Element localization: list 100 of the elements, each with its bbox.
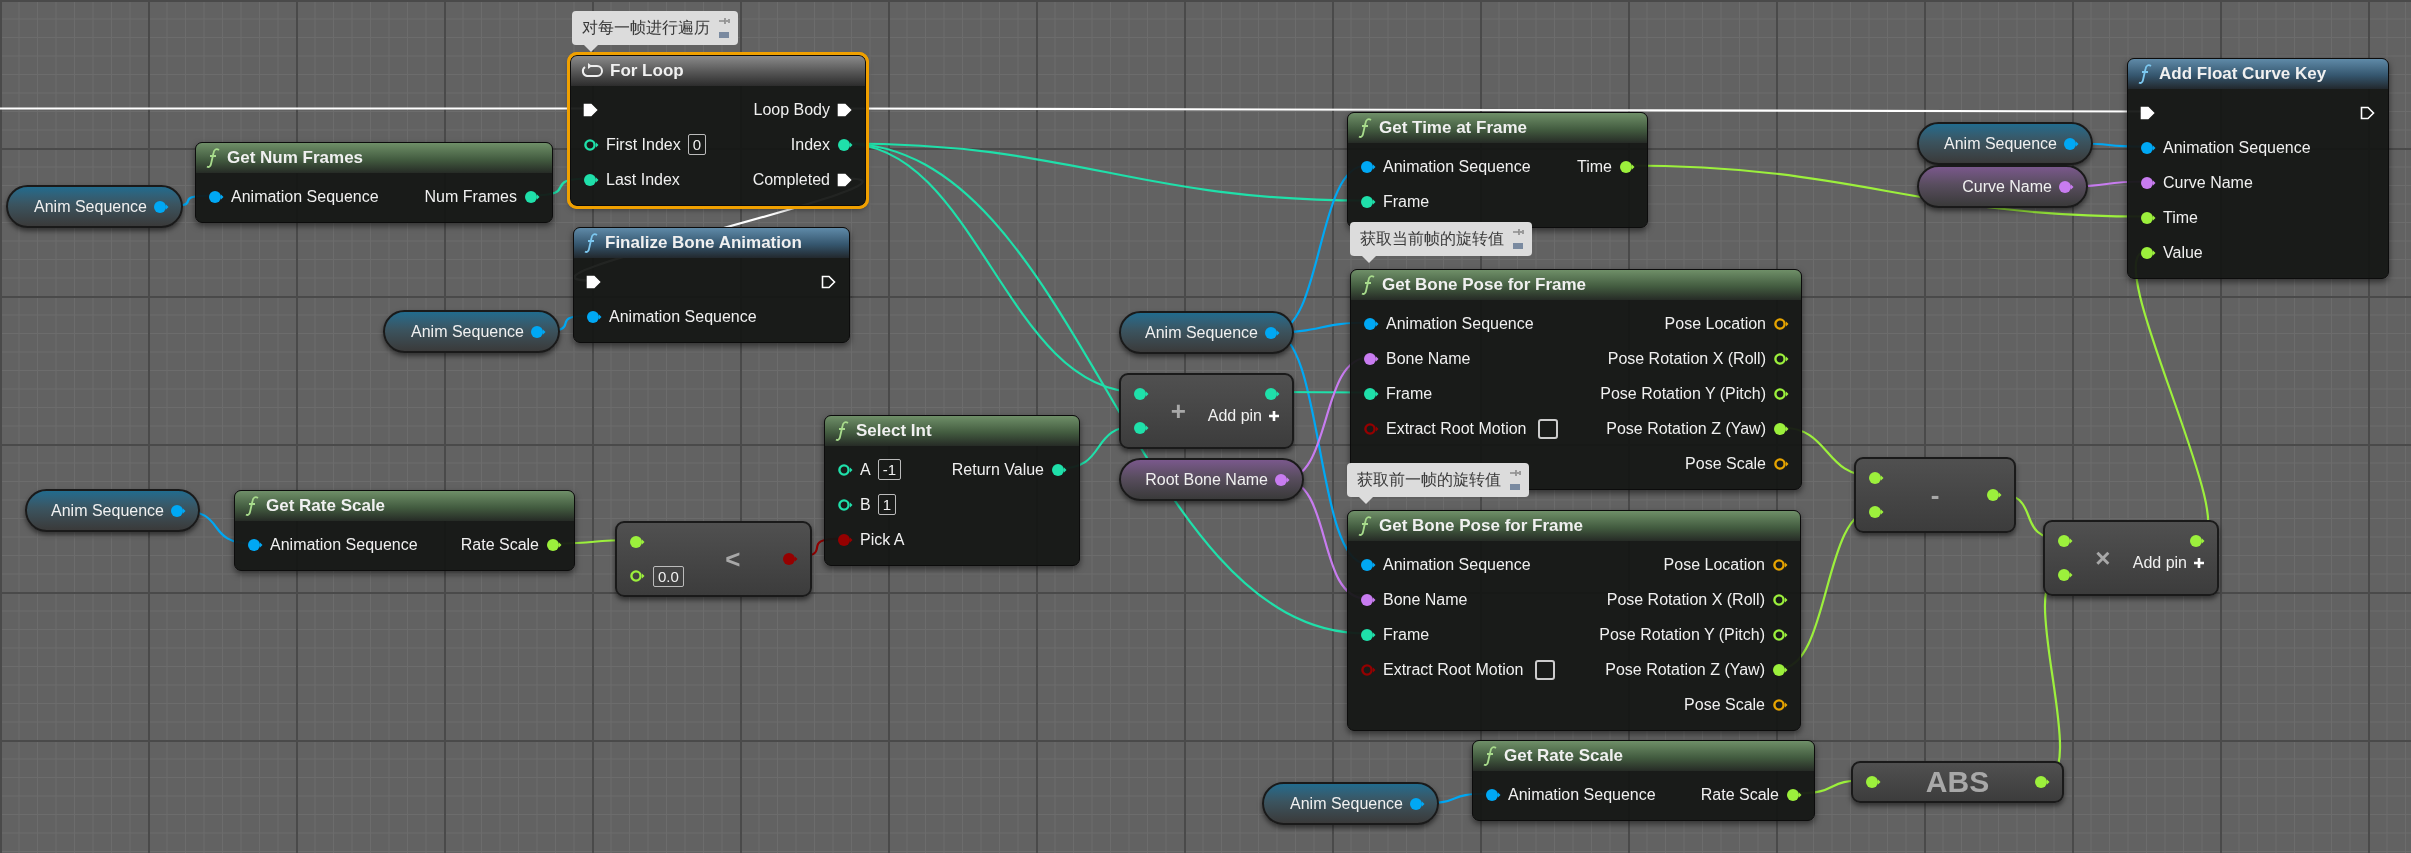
pin-icon[interactable]	[1051, 462, 1067, 477]
pin-icon[interactable]	[1986, 488, 2002, 502]
pin-label: Animation Sequence	[1383, 555, 1531, 574]
graph-node[interactable]: Get Rate Scale Animation Sequence Rate Scale	[1472, 740, 1815, 821]
pin-icon[interactable]	[2057, 534, 2073, 548]
pin-icon[interactable]	[1619, 159, 1635, 174]
variable-node[interactable]: Root Bone Name	[1119, 458, 1304, 501]
variable-node[interactable]: Anim Sequence	[1917, 122, 2093, 165]
pin-icon[interactable]	[1360, 627, 1376, 642]
pin-label: Pose Rotation Y (Pitch)	[1600, 384, 1766, 403]
pin-icon[interactable]	[1772, 592, 1788, 607]
default-value-field[interactable]: 0.0	[653, 565, 684, 587]
pin-icon[interactable]	[629, 535, 645, 549]
pin-icon[interactable]	[1868, 471, 1884, 485]
variable-node[interactable]: Curve Name	[1917, 165, 2088, 208]
graph-node[interactable]: Get Bone Pose for Frame Animation Sequence Bone Name Frame Extract Root Motion Pose Location Pose Rotation X (Roll) Pose Rotation Y (Pitch) Pose Rotation Z (Yaw) Pose Scale	[1347, 510, 1801, 731]
pin-icon[interactable]	[1133, 387, 1149, 401]
pin-icon[interactable]	[2034, 775, 2050, 789]
pin-label: Pick A	[860, 530, 905, 549]
exec-pin-icon[interactable]	[583, 102, 599, 117]
pin-icon[interactable]	[586, 309, 602, 324]
pin-icon[interactable]	[524, 189, 540, 204]
pin-icon[interactable]	[1773, 456, 1789, 471]
node-title: Select Int	[856, 421, 932, 441]
pin-icon[interactable]	[1360, 592, 1376, 607]
exec-pin-icon[interactable]	[837, 172, 853, 187]
pin-icon[interactable]	[1772, 557, 1788, 572]
function-icon	[2138, 64, 2152, 84]
checkbox[interactable]	[1534, 659, 1555, 680]
graph-node[interactable]: Finalize Bone Animation Animation Sequence	[573, 227, 850, 343]
pin-icon[interactable]	[1363, 386, 1379, 401]
pin-icon[interactable]	[1360, 159, 1376, 174]
operator-node[interactable]: ABS	[1851, 761, 2064, 803]
pin-icon[interactable]	[1360, 194, 1376, 209]
pin-label: Frame	[1383, 192, 1430, 211]
pin-icon[interactable]	[1133, 421, 1149, 435]
pin-icon[interactable]	[2140, 210, 2156, 225]
comment-text: 获取前一帧的旋转值	[1357, 469, 1501, 491]
pin-icon[interactable]	[1772, 697, 1788, 712]
checkbox[interactable]	[1537, 418, 1558, 439]
pin-icon[interactable]	[1772, 662, 1788, 677]
pin-icon[interactable]	[1485, 787, 1501, 802]
pin-icon[interactable]	[1868, 505, 1884, 519]
node-title: Finalize Bone Animation	[605, 233, 802, 253]
graph-node[interactable]: Get Rate Scale Animation Sequence Rate Scale	[234, 490, 575, 571]
pin-icon[interactable]	[2140, 245, 2156, 260]
pin-icon[interactable]	[2057, 568, 2073, 582]
default-value-field[interactable]: -1	[877, 459, 901, 480]
operator-symbol: ABS	[1925, 765, 1990, 799]
add-pin-button[interactable]: Add pin	[2132, 554, 2205, 572]
add-pin-button[interactable]: Add pin	[1207, 407, 1280, 425]
exec-pin-icon[interactable]	[821, 274, 837, 289]
pin-icon[interactable]	[546, 537, 562, 552]
pin-icon[interactable]	[1360, 557, 1376, 572]
node-title: Get Time at Frame	[1379, 118, 1528, 138]
variable-name: Curve Name	[1962, 177, 2052, 196]
pin-label: Bone Name	[1386, 349, 1471, 368]
pin-icon[interactable]	[208, 189, 224, 204]
operator-node[interactable]: × Add pin	[2043, 520, 2219, 596]
pin-icon[interactable]	[1865, 775, 1881, 789]
pin-icon[interactable]	[1772, 627, 1788, 642]
default-value-field[interactable]: 0	[687, 134, 707, 155]
pin-icon[interactable]	[1773, 351, 1789, 366]
pin-icon[interactable]	[629, 569, 645, 583]
graph-node[interactable]: Get Num Frames Animation Sequence Num Frames	[195, 142, 553, 223]
operator-node[interactable]: 0.0 <	[615, 521, 812, 597]
variable-node[interactable]: Anim Sequence	[6, 185, 183, 228]
exec-pin-icon[interactable]	[837, 102, 853, 117]
pin-icon[interactable]	[583, 172, 599, 187]
pin-icon[interactable]	[1363, 351, 1379, 366]
operator-node[interactable]: + Add pin	[1119, 373, 1294, 449]
pin-icon[interactable]	[1773, 316, 1789, 331]
pin-icon[interactable]	[247, 537, 263, 552]
variable-node[interactable]: Anim Sequence	[1119, 311, 1294, 354]
pin-icon[interactable]	[583, 137, 599, 152]
graph-node[interactable]: Add Float Curve Key Animation Sequence Curve Name Time Value	[2127, 58, 2389, 279]
pin-icon[interactable]	[1786, 787, 1802, 802]
variable-node[interactable]: Anim Sequence	[383, 310, 560, 353]
pin-icon[interactable]	[1773, 386, 1789, 401]
graph-node[interactable]: Get Time at Frame Animation Sequence Frame Time	[1347, 112, 1648, 228]
exec-pin-icon[interactable]	[2140, 105, 2156, 120]
variable-node[interactable]: Anim Sequence	[25, 489, 200, 532]
exec-pin-icon[interactable]	[2360, 105, 2376, 120]
pin-icon[interactable]	[837, 497, 853, 512]
loop-icon	[581, 63, 603, 79]
pin-icon[interactable]	[1264, 387, 1280, 401]
pin-icon[interactable]	[1363, 316, 1379, 331]
variable-node[interactable]: Anim Sequence	[1262, 782, 1439, 825]
pin-icon[interactable]	[1773, 421, 1789, 436]
pin-icon[interactable]	[2189, 534, 2205, 548]
comment-text: 获取当前帧的旋转值	[1360, 228, 1504, 250]
pin-icon[interactable]	[837, 137, 853, 152]
graph-node[interactable]: For Loop First Index 0 Last Index Loop Body Index Completed	[570, 55, 866, 206]
pin-icon[interactable]	[837, 462, 853, 477]
pin-icon[interactable]	[2140, 175, 2156, 190]
exec-pin-icon[interactable]	[586, 274, 602, 289]
pin-icon[interactable]	[2140, 140, 2156, 155]
graph-node[interactable]: Select Int A -1 B 1 Pick A Return Value	[824, 415, 1080, 566]
default-value-field[interactable]: 1	[877, 494, 896, 515]
operator-node[interactable]: -	[1854, 457, 2016, 533]
